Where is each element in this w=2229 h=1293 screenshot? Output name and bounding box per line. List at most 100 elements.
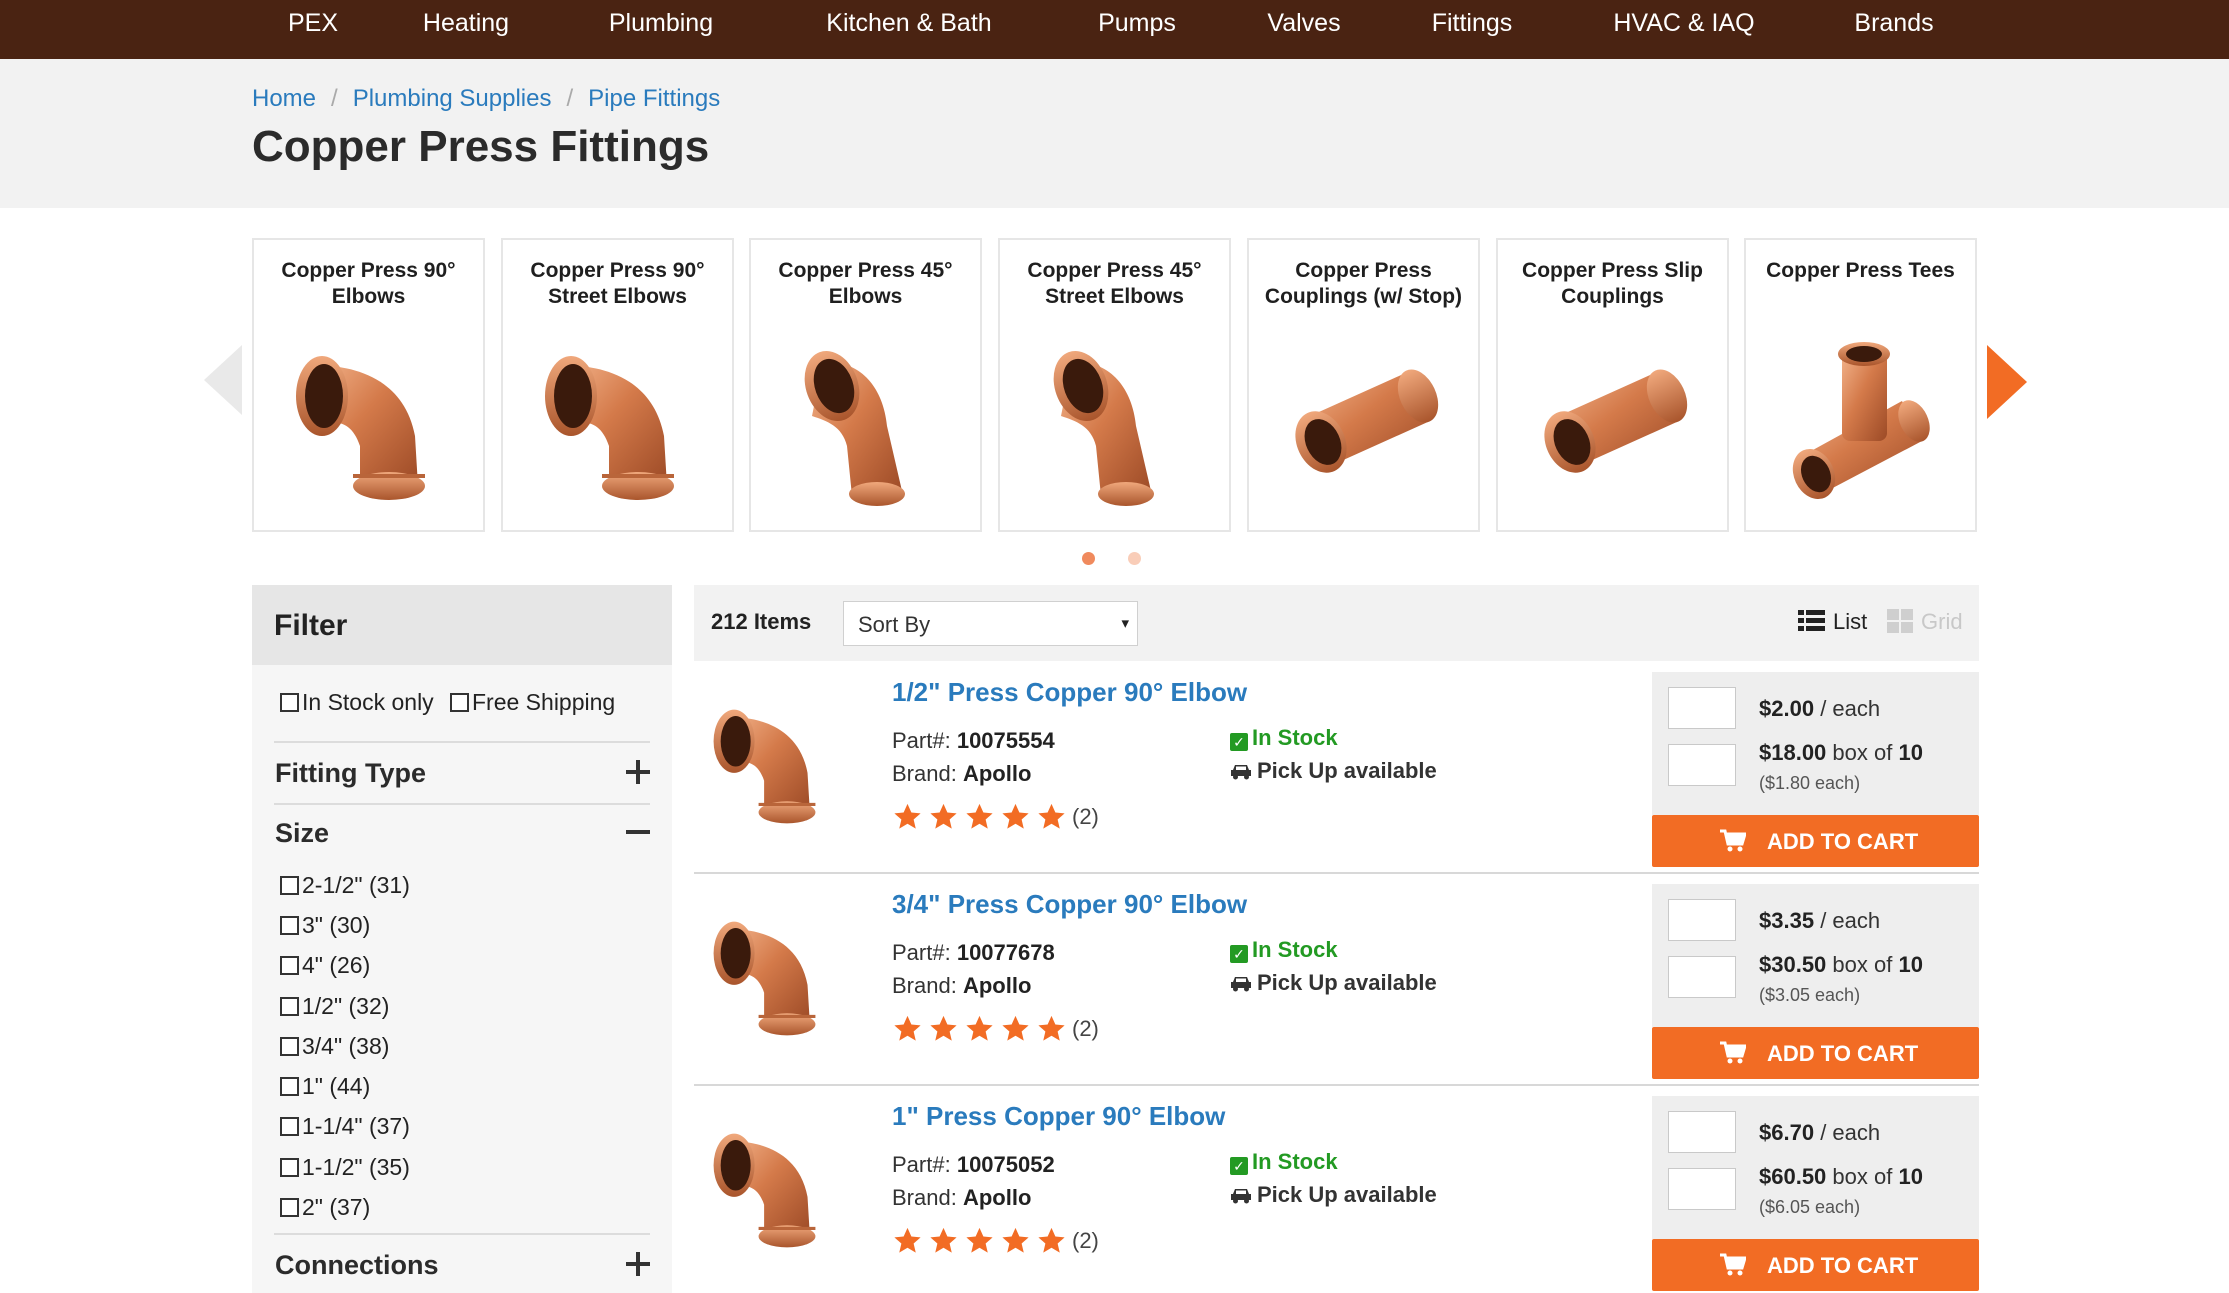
brand-label: Brand: <box>892 973 957 998</box>
cart-icon <box>1720 1041 1746 1065</box>
add-to-cart-button[interactable]: ADD TO CART <box>1652 1027 1979 1079</box>
nav-item-plumbing[interactable]: Plumbing <box>609 0 713 46</box>
breadcrumb-separator: / <box>331 85 338 112</box>
price-box: $3.35 / each $30.50 box of 10 ($3.05 eac… <box>1652 884 1979 1027</box>
product-title-link[interactable]: 3/4" Press Copper 90° Elbow <box>892 889 1247 920</box>
star-icon <box>1036 1226 1067 1256</box>
nav-item-pumps[interactable]: Pumps <box>1098 0 1176 46</box>
size-filter-2-1-2[interactable]: 2-1/2" (31) <box>280 872 410 899</box>
filter-header: Filter <box>252 585 672 665</box>
nav-item-fittings[interactable]: Fittings <box>1432 0 1513 46</box>
category-card-45-street-elbows[interactable]: Copper Press 45° Street Elbows <box>998 238 1231 532</box>
star-rating[interactable]: (2) <box>892 802 1099 832</box>
list-view-label: List <box>1833 609 1868 634</box>
carousel-prev-arrow-icon[interactable] <box>204 345 242 415</box>
checkbox-icon <box>450 693 469 712</box>
breadcrumb-home[interactable]: Home <box>252 85 316 112</box>
checkbox-icon <box>280 1037 299 1056</box>
star-rating[interactable]: (2) <box>892 1226 1099 1256</box>
sort-by-select[interactable]: Sort By ▾ <box>843 601 1138 646</box>
breadcrumb-separator: / <box>566 85 574 112</box>
connections-section-title[interactable]: Connections <box>275 1250 439 1281</box>
box-each-price: ($1.80 each) <box>1759 773 1861 793</box>
review-count[interactable]: (2) <box>1072 1016 1099 1041</box>
expand-plus-icon[interactable] <box>626 1252 650 1276</box>
size-filter-1-1-4[interactable]: 1-1/4" (37) <box>280 1113 410 1140</box>
box-qty: 10 <box>1898 1164 1923 1189</box>
free-shipping-checkbox[interactable]: Free Shipping <box>450 689 615 716</box>
collapse-minus-icon[interactable] <box>626 830 650 834</box>
review-count[interactable]: (2) <box>1072 1228 1099 1253</box>
size-filter-label: 4" (26) <box>302 952 371 978</box>
in-stock-only-checkbox[interactable]: In Stock only <box>280 689 434 716</box>
nav-item-heating[interactable]: Heating <box>423 0 509 46</box>
qty-each-input[interactable] <box>1668 899 1736 941</box>
category-card-45-elbows[interactable]: Copper Press 45° Elbows <box>749 238 982 532</box>
star-icon <box>928 802 959 832</box>
product-title-link[interactable]: 1/2" Press Copper 90° Elbow <box>892 677 1247 708</box>
checkbox-icon <box>280 876 299 895</box>
breadcrumb-pipe-fittings[interactable]: Pipe Fittings <box>588 85 720 112</box>
nav-item-hvac-iaq[interactable]: HVAC & IAQ <box>1613 0 1754 46</box>
nav-item-kitchen-bath[interactable]: Kitchen & Bath <box>826 0 991 46</box>
cart-icon <box>1720 1253 1746 1277</box>
category-card-tees[interactable]: Copper Press Tees <box>1744 238 1977 532</box>
size-filter-label: 3/4" (38) <box>302 1033 390 1059</box>
grid-view-icon <box>1887 609 1913 633</box>
pickup-label: Pick Up available <box>1257 970 1437 995</box>
price-box-value: $60.50 <box>1759 1164 1827 1189</box>
carousel-dot[interactable] <box>1128 552 1141 565</box>
qty-box-input[interactable] <box>1668 956 1736 998</box>
star-icon <box>928 1226 959 1256</box>
size-filter-1[interactable]: 1" (44) <box>280 1073 370 1100</box>
cart-icon <box>1720 829 1746 853</box>
filter-divider <box>274 803 650 805</box>
product-part-number: Part#: 10075052 <box>892 1152 1055 1178</box>
pickup-availability: Pick Up available <box>1230 970 1437 996</box>
breadcrumb-plumbing-supplies[interactable]: Plumbing Supplies <box>353 85 552 112</box>
product-row: 1/2" Press Copper 90° Elbow Part#: 10075… <box>694 662 1979 874</box>
size-filter-1-2[interactable]: 1/2" (32) <box>280 993 389 1020</box>
price-box-value: $30.50 <box>1759 952 1827 977</box>
fitting-type-section-title[interactable]: Fitting Type <box>275 758 426 789</box>
size-filter-3[interactable]: 3" (30) <box>280 912 370 939</box>
qty-box-input[interactable] <box>1668 1168 1736 1210</box>
add-to-cart-label: ADD TO CART <box>1767 829 1919 854</box>
grid-view-label: Grid <box>1921 609 1963 634</box>
part-number-value: 10075554 <box>956 728 1055 753</box>
size-filter-2[interactable]: 2" (37) <box>280 1194 370 1221</box>
qty-each-input[interactable] <box>1668 687 1736 729</box>
category-card-90-street-elbows[interactable]: Copper Press 90° Street Elbows <box>501 238 734 532</box>
nav-item-brands[interactable]: Brands <box>1854 0 1933 46</box>
product-elbow-image[interactable] <box>702 1110 842 1260</box>
size-filter-4[interactable]: 4" (26) <box>280 952 370 979</box>
category-card-90-elbows[interactable]: Copper Press 90° Elbows <box>252 238 485 532</box>
add-to-cart-button[interactable]: ADD TO CART <box>1652 1239 1979 1291</box>
carousel-next-arrow-icon[interactable] <box>1987 345 2027 419</box>
review-count[interactable]: (2) <box>1072 804 1099 829</box>
nav-item-pex[interactable]: PEX <box>288 0 338 46</box>
add-to-cart-label: ADD TO CART <box>1767 1253 1919 1278</box>
grid-view-toggle[interactable]: Grid <box>1887 609 1963 635</box>
category-card-slip-couplings[interactable]: Copper Press Slip Couplings <box>1496 238 1729 532</box>
nav-item-valves[interactable]: Valves <box>1267 0 1340 46</box>
category-card-couplings-stop[interactable]: Copper Press Couplings (w/ Stop) <box>1247 238 1480 532</box>
in-stock-status: ✓ In Stock <box>1230 1149 1338 1175</box>
list-view-toggle[interactable]: List <box>1798 609 1867 635</box>
size-filter-3-4[interactable]: 3/4" (38) <box>280 1033 389 1060</box>
qty-box-input[interactable] <box>1668 744 1736 786</box>
product-elbow-image[interactable] <box>702 898 842 1048</box>
product-elbow-image[interactable] <box>702 686 842 836</box>
size-section-title[interactable]: Size <box>275 818 329 849</box>
carousel-dot-active[interactable] <box>1082 552 1095 565</box>
star-rating[interactable]: (2) <box>892 1014 1099 1044</box>
expand-plus-icon[interactable] <box>626 760 650 784</box>
star-icon <box>1036 1014 1067 1044</box>
price-each-value: $6.70 <box>1759 1120 1815 1145</box>
qty-each-input[interactable] <box>1668 1111 1736 1153</box>
size-filter-1-1-2[interactable]: 1-1/2" (35) <box>280 1154 410 1181</box>
product-title-link[interactable]: 1" Press Copper 90° Elbow <box>892 1101 1225 1132</box>
top-navigation: PEX Heating Plumbing Kitchen & Bath Pump… <box>0 0 2229 59</box>
add-to-cart-button[interactable]: ADD TO CART <box>1652 815 1979 867</box>
star-icon <box>892 1226 923 1256</box>
